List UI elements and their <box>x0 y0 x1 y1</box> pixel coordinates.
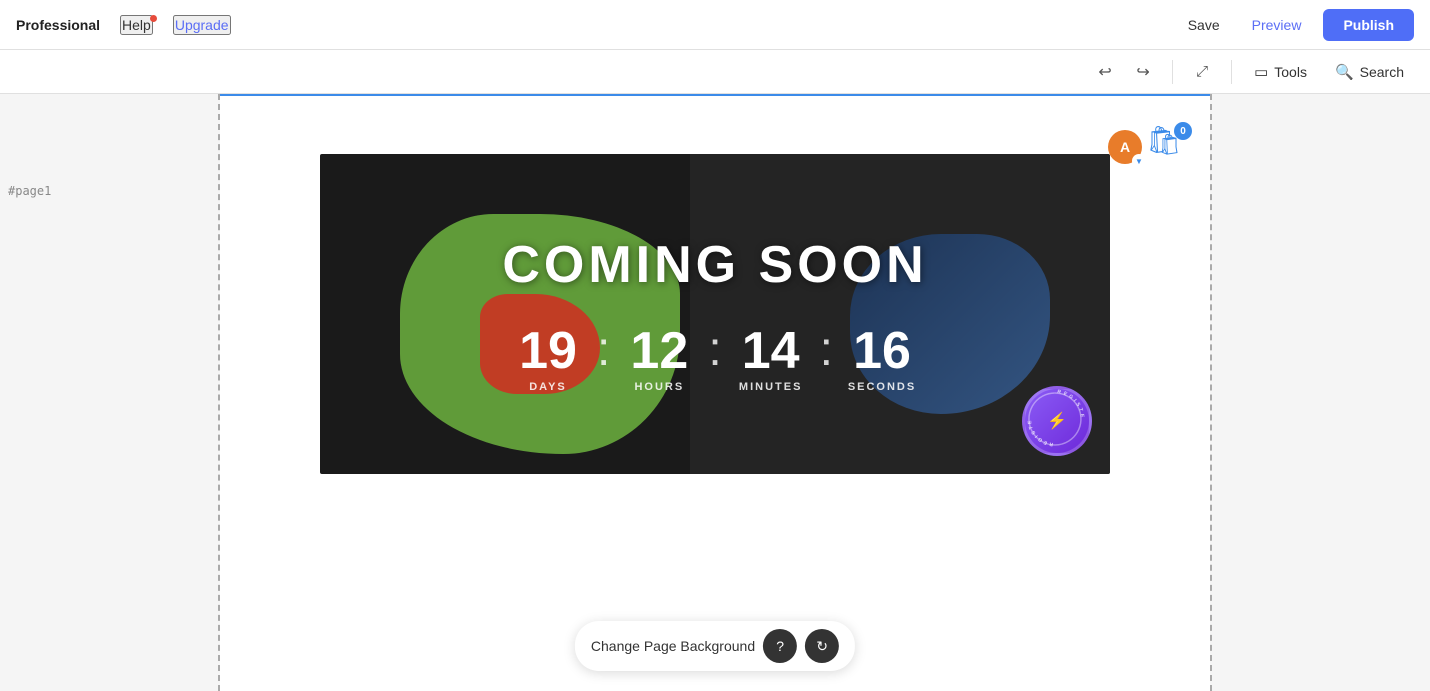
cart-count-badge: 0 <box>1174 122 1192 140</box>
seconds-unit: 16 SECONDS <box>837 325 927 393</box>
fit-view-button[interactable]: ⤢ <box>1185 55 1219 89</box>
redo-icon: ↪ <box>1136 62 1149 82</box>
register-badge[interactable]: REGISTER NOW REGISTER NOW ⚡ <box>1022 386 1092 456</box>
badge-center-icon: ⚡ <box>1047 411 1067 431</box>
canvas-area: #page1 A ▼ 🛍 0 <box>0 94 1430 691</box>
help-circle-button[interactable]: ? <box>763 629 797 663</box>
page-label: #page1 <box>8 184 51 198</box>
coming-soon-title: COMING SOON <box>502 235 927 295</box>
selection-border <box>220 94 1210 96</box>
hours-number: 12 <box>630 325 688 377</box>
help-button[interactable]: Help <box>120 15 153 35</box>
undo-icon: ↩ <box>1098 62 1111 82</box>
tools-panel-icon: ▭ <box>1254 63 1268 81</box>
days-label: DAYS <box>529 381 567 393</box>
cart-icon-wrap[interactable]: 🛍 0 <box>1146 124 1190 168</box>
coming-soon-banner[interactable]: COMING SOON 19 DAYS : 12 HOURS : 14 MIN <box>320 154 1110 474</box>
right-gutter <box>1210 94 1430 691</box>
search-button[interactable]: 🔍 Search <box>1325 57 1414 87</box>
toolbar-divider-2 <box>1231 60 1232 84</box>
seconds-number: 16 <box>853 325 911 377</box>
help-notification-dot <box>150 15 157 22</box>
redo-button[interactable]: ↪ <box>1126 55 1160 89</box>
days-unit: 19 DAYS <box>503 325 593 393</box>
days-number: 19 <box>519 325 577 377</box>
undo-redo-group: ↩ ↪ <box>1088 55 1160 89</box>
fit-icon: ⤢ <box>1196 63 1208 80</box>
help-icon: ? <box>776 638 784 654</box>
editor-toolbar: ↩ ↪ ⤢ ▭ Tools 🔍 Search <box>0 50 1430 94</box>
preview-button[interactable]: Preview <box>1242 11 1312 39</box>
avatar-wrapper: A ▼ <box>1108 130 1142 164</box>
publish-button[interactable]: Publish <box>1323 9 1414 41</box>
refresh-button[interactable]: ↻ <box>805 629 839 663</box>
minutes-number: 14 <box>742 325 800 377</box>
minutes-label: MINUTES <box>739 381 803 393</box>
sep-3: : <box>820 325 833 375</box>
brand-name: Professional <box>16 17 100 33</box>
sep-1: : <box>597 325 610 375</box>
minutes-unit: 14 MINUTES <box>726 325 816 393</box>
header-right: Save Preview Publish <box>1178 9 1414 41</box>
undo-button[interactable]: ↩ <box>1088 55 1122 89</box>
search-icon: 🔍 <box>1335 63 1354 81</box>
countdown-row: 19 DAYS : 12 HOURS : 14 MINUTES : <box>503 325 927 393</box>
sep-2: : <box>708 325 721 375</box>
avatar-dropdown-caret[interactable]: ▼ <box>1132 154 1146 168</box>
banner-content: COMING SOON 19 DAYS : 12 HOURS : 14 MIN <box>320 154 1110 474</box>
main-canvas[interactable]: A ▼ 🛍 0 COMING SOON <box>220 94 1210 691</box>
change-bg-button[interactable]: Change Page Background <box>591 638 755 654</box>
cart-area: 🛍 0 <box>1146 124 1190 168</box>
tools-button[interactable]: ▭ Tools <box>1244 57 1317 87</box>
save-button[interactable]: Save <box>1178 11 1230 39</box>
left-gutter: #page1 <box>0 94 220 691</box>
hours-label: HOURS <box>634 381 684 393</box>
header-left: Professional Help Upgrade <box>16 15 231 35</box>
seconds-label: SECONDS <box>848 381 916 393</box>
toolbar-divider-1 <box>1172 60 1173 84</box>
hours-unit: 12 HOURS <box>614 325 704 393</box>
app-header: Professional Help Upgrade Save Preview P… <box>0 0 1430 50</box>
refresh-icon: ↻ <box>816 638 828 655</box>
floating-toolbar: Change Page Background ? ↻ <box>575 621 855 671</box>
upgrade-button[interactable]: Upgrade <box>173 15 231 35</box>
